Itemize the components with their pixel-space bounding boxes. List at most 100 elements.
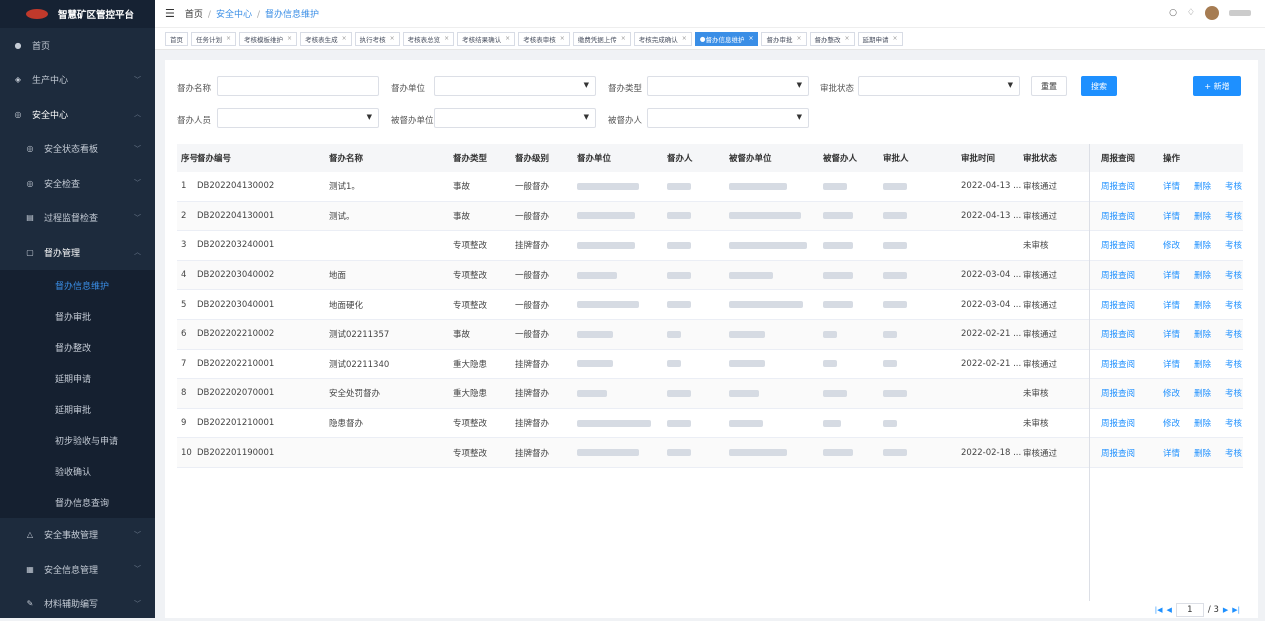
tab-item[interactable]: 考核表生成×	[300, 32, 352, 46]
close-icon[interactable]: ×	[560, 35, 565, 42]
tab-item[interactable]: 执行考核×	[355, 32, 400, 46]
sidebar-item[interactable]: ◎安全状态看板﹀	[0, 132, 155, 167]
prev-page-icon[interactable]: ◀	[1166, 606, 1171, 614]
sidebar-item[interactable]: 验收确认	[0, 456, 155, 487]
tab-item[interactable]: 考核表总览×	[403, 32, 455, 46]
sidebar-item[interactable]: ●首页	[0, 28, 155, 63]
sidebar-item[interactable]: 初步验收与申请	[0, 425, 155, 456]
unit-select[interactable]: ▼	[434, 76, 596, 96]
row-action-assess[interactable]: 考核	[1225, 290, 1242, 319]
row-action-delete[interactable]: 删除	[1194, 409, 1211, 438]
search-button[interactable]: 搜索	[1081, 76, 1117, 96]
row-action-first[interactable]: 详情	[1163, 202, 1180, 231]
next-page-icon[interactable]: ▶	[1223, 606, 1228, 614]
report-link[interactable]: 周报查阅	[1101, 290, 1135, 319]
row-action-first[interactable]: 详情	[1163, 350, 1180, 379]
row-action-delete[interactable]: 删除	[1194, 320, 1211, 349]
row-action-delete[interactable]: 删除	[1194, 290, 1211, 319]
target-unit-select[interactable]: ▼	[434, 108, 596, 128]
row-action-assess[interactable]: 考核	[1225, 320, 1242, 349]
tab-item[interactable]: 考核完成确认×	[634, 32, 692, 46]
last-page-icon[interactable]: ▶|	[1232, 606, 1240, 614]
close-icon[interactable]: ×	[390, 35, 395, 42]
reset-button[interactable]: 重置	[1031, 76, 1067, 96]
status-select[interactable]: ▼	[858, 76, 1020, 96]
name-input[interactable]	[217, 76, 379, 96]
report-link[interactable]: 周报查阅	[1101, 261, 1135, 290]
row-action-assess[interactable]: 考核	[1225, 202, 1242, 231]
close-icon[interactable]: ×	[287, 35, 292, 42]
report-link[interactable]: 周报查阅	[1101, 350, 1135, 379]
breadcrumb-section[interactable]: 安全中心	[216, 10, 252, 20]
close-icon[interactable]: ×	[621, 35, 626, 42]
close-icon[interactable]: ×	[796, 35, 801, 42]
sidebar-item[interactable]: ◎安全中心︿	[0, 97, 155, 132]
sidebar-item[interactable]: ✎材料辅助编写﹀	[0, 587, 155, 621]
bell-icon[interactable]: ♢	[1187, 8, 1195, 18]
sidebar-item[interactable]: ◎安全检查﹀	[0, 166, 155, 201]
search-icon[interactable]: ○	[1169, 8, 1177, 18]
row-action-delete[interactable]: 删除	[1194, 231, 1211, 260]
row-action-assess[interactable]: 考核	[1225, 379, 1242, 408]
tab-item[interactable]: ● 督办信息维护×	[695, 32, 759, 46]
row-action-assess[interactable]: 考核	[1225, 438, 1242, 467]
tab-item[interactable]: 考核表审核×	[518, 32, 570, 46]
tab-item[interactable]: 督办审批×	[761, 32, 806, 46]
avatar[interactable]	[1205, 6, 1219, 20]
sidebar-item[interactable]: 延期申请	[0, 363, 155, 394]
report-link[interactable]: 周报查阅	[1101, 172, 1135, 201]
row-action-first[interactable]: 详情	[1163, 320, 1180, 349]
report-link[interactable]: 周报查阅	[1101, 202, 1135, 231]
close-icon[interactable]: ×	[226, 35, 231, 42]
type-select[interactable]: ▼	[647, 76, 809, 96]
sidebar-item[interactable]: ▦安全信息管理﹀	[0, 552, 155, 587]
row-action-assess[interactable]: 考核	[1225, 172, 1242, 201]
row-action-first[interactable]: 详情	[1163, 172, 1180, 201]
report-link[interactable]: 周报查阅	[1101, 379, 1135, 408]
target-person-select[interactable]: ▼	[647, 108, 809, 128]
row-action-first[interactable]: 修改	[1163, 379, 1180, 408]
close-icon[interactable]: ×	[682, 35, 687, 42]
row-action-first[interactable]: 详情	[1163, 438, 1180, 467]
add-button[interactable]: + 新增	[1193, 76, 1241, 96]
sidebar-item[interactable]: 督办信息查询	[0, 487, 155, 518]
row-action-first[interactable]: 详情	[1163, 290, 1180, 319]
row-action-delete[interactable]: 删除	[1194, 202, 1211, 231]
row-action-delete[interactable]: 删除	[1194, 438, 1211, 467]
sidebar-item[interactable]: 督办整改	[0, 332, 155, 363]
report-link[interactable]: 周报查阅	[1101, 409, 1135, 438]
close-icon[interactable]: ×	[893, 35, 898, 42]
sidebar-item[interactable]: ▢督办管理︿	[0, 235, 155, 270]
sidebar-item[interactable]: ▤过程监督检查﹀	[0, 201, 155, 236]
menu-toggle-icon[interactable]: ☰	[165, 7, 175, 20]
row-action-delete[interactable]: 删除	[1194, 261, 1211, 290]
sidebar-item[interactable]: △安全事故管理﹀	[0, 518, 155, 553]
tab-item[interactable]: 任务计划×	[191, 32, 236, 46]
row-action-first[interactable]: 详情	[1163, 261, 1180, 290]
row-action-assess[interactable]: 考核	[1225, 350, 1242, 379]
sidebar-item[interactable]: 督办审批	[0, 301, 155, 332]
sidebar-item[interactable]: 督办信息维护	[0, 270, 155, 301]
tab-item[interactable]: 首页	[165, 32, 188, 46]
row-action-delete[interactable]: 删除	[1194, 172, 1211, 201]
row-action-assess[interactable]: 考核	[1225, 261, 1242, 290]
tab-item[interactable]: 考核结果确认×	[457, 32, 515, 46]
report-link[interactable]: 周报查阅	[1101, 320, 1135, 349]
user-name[interactable]	[1229, 10, 1251, 16]
close-icon[interactable]: ×	[748, 35, 753, 42]
page-input[interactable]: 1	[1176, 603, 1204, 617]
report-link[interactable]: 周报查阅	[1101, 231, 1135, 260]
sidebar-item[interactable]: 延期审批	[0, 394, 155, 425]
row-action-assess[interactable]: 考核	[1225, 231, 1242, 260]
tab-item[interactable]: 考核模板维护×	[239, 32, 297, 46]
tab-item[interactable]: 督办整改×	[810, 32, 855, 46]
tab-item[interactable]: 缴费凭据上传×	[573, 32, 631, 46]
row-action-delete[interactable]: 删除	[1194, 350, 1211, 379]
sidebar-item[interactable]: ◈生产中心﹀	[0, 63, 155, 98]
close-icon[interactable]: ×	[505, 35, 510, 42]
row-action-first[interactable]: 修改	[1163, 231, 1180, 260]
row-action-first[interactable]: 修改	[1163, 409, 1180, 438]
close-icon[interactable]: ×	[342, 35, 347, 42]
person-select[interactable]: ▼	[217, 108, 379, 128]
tab-item[interactable]: 延期申请×	[858, 32, 903, 46]
